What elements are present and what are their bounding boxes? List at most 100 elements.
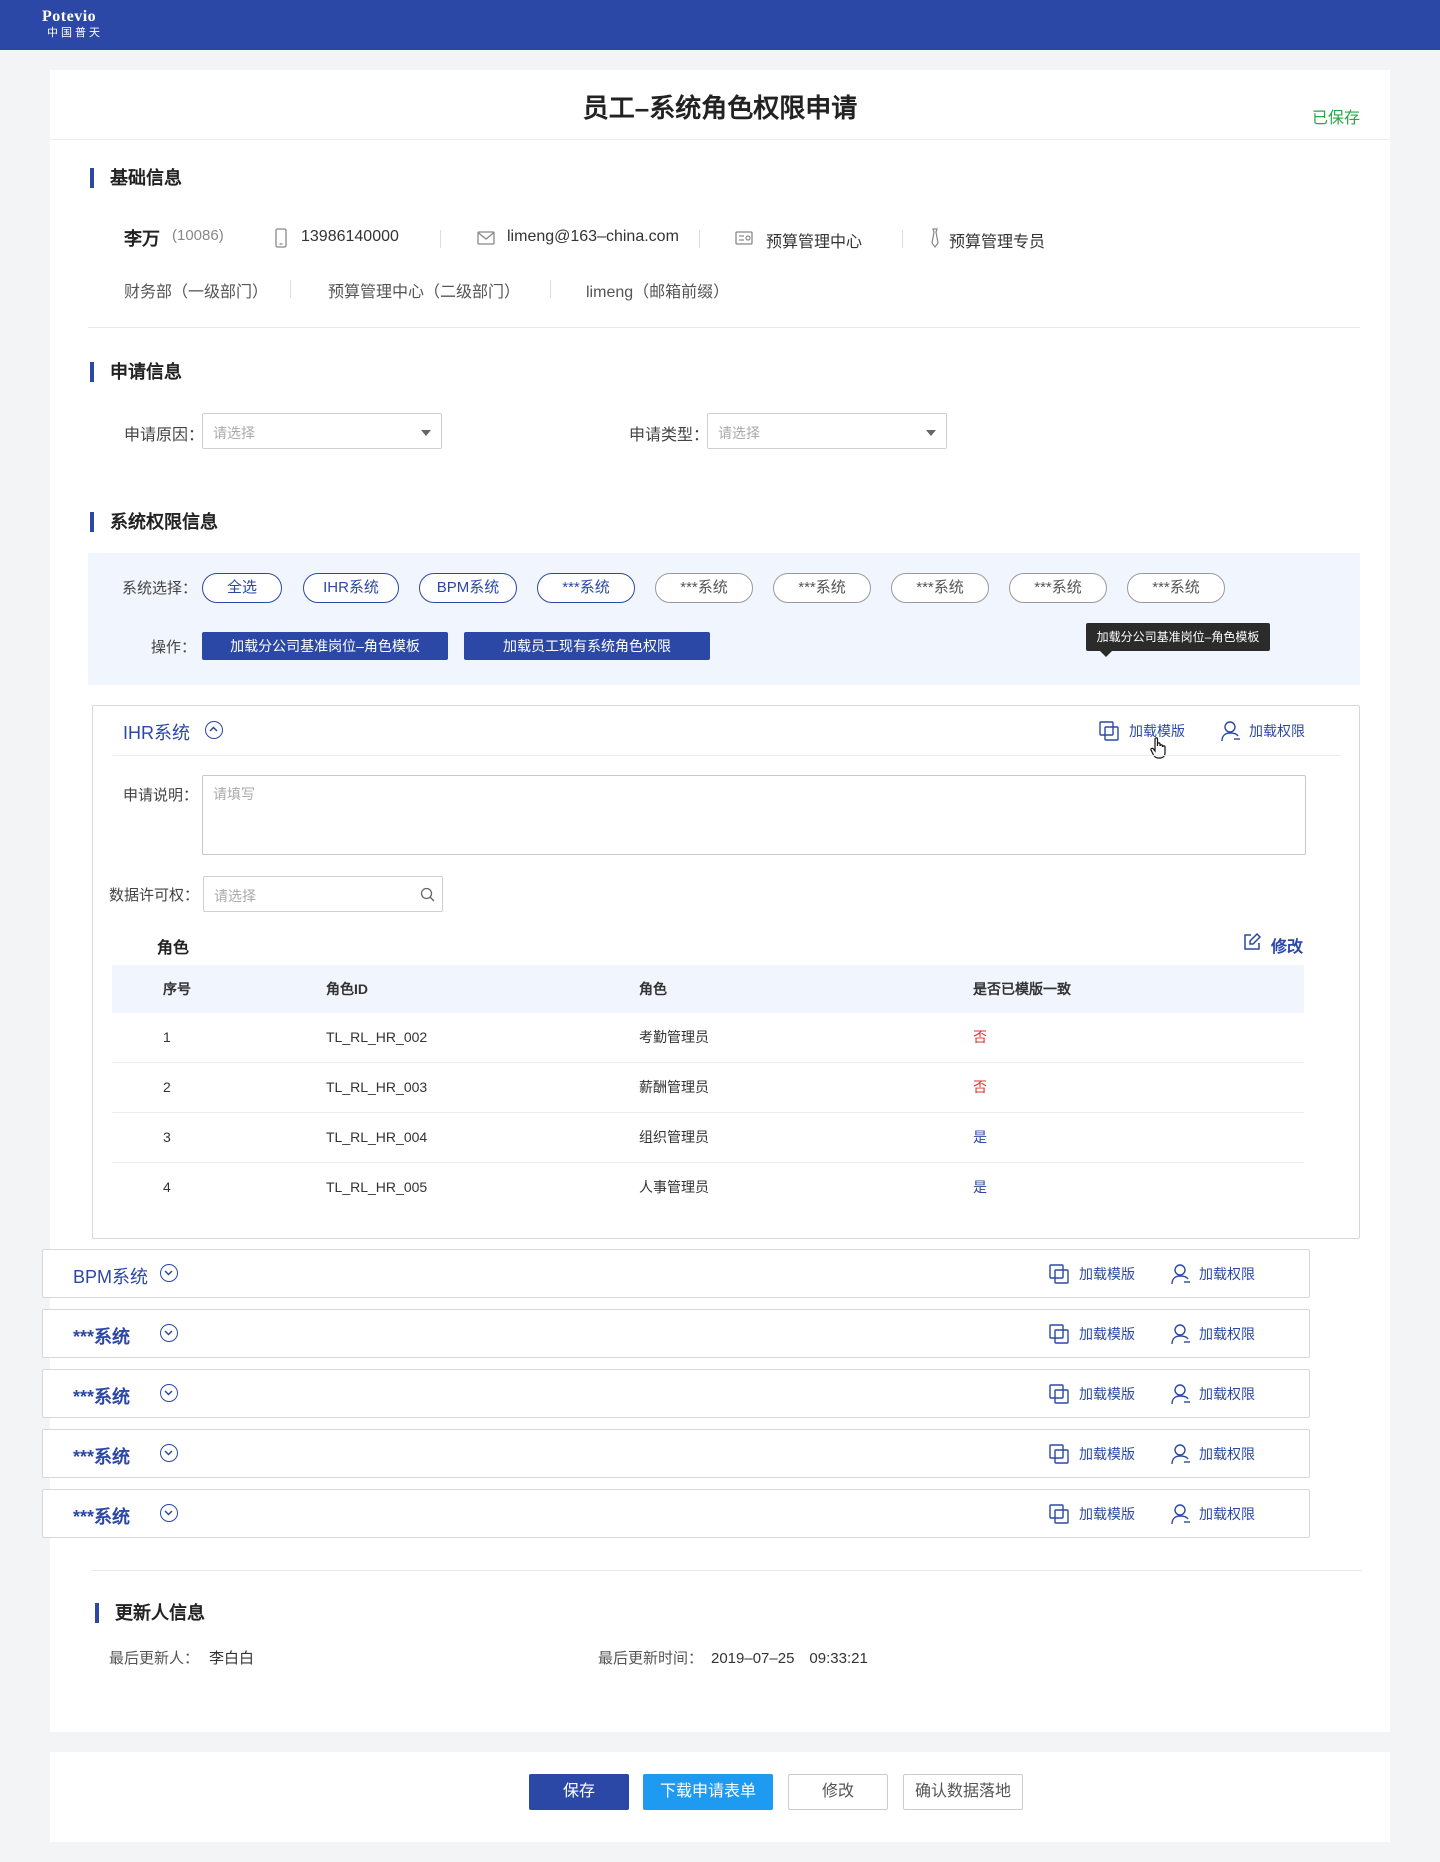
separator [92, 1570, 1362, 1571]
phone-number: 13986140000 [301, 228, 399, 245]
chevron-down-icon[interactable] [160, 1384, 178, 1402]
chevron-down-icon[interactable] [160, 1504, 178, 1522]
save-button[interactable]: 保存 [529, 1774, 629, 1810]
system-block[interactable]: ***系统 加载模版 加载权限 [42, 1369, 1310, 1418]
select-placeholder: 请选择 [718, 425, 760, 441]
load-permission-link[interactable]: 加载权限 [1199, 1324, 1255, 1344]
system-pill-bpm[interactable]: BPM系统 [419, 573, 517, 603]
table-row[interactable]: 1 TL_RL_HR_002 考勤管理员 否 [112, 1013, 1304, 1063]
logo-text-en: Potevio [42, 8, 97, 25]
system-block-bpm[interactable]: BPM系统 加载模版 加载权限 [42, 1249, 1310, 1298]
column-header: 序号 [163, 981, 191, 997]
textarea-placeholder: 请填写 [213, 786, 255, 802]
section-system-permission: 系统权限信息 [90, 512, 218, 532]
edit-icon [1244, 933, 1261, 950]
caret-down-icon [421, 430, 431, 436]
edit-roles-link[interactable]: 修改 [1271, 933, 1303, 957]
chevron-up-icon[interactable] [205, 721, 223, 739]
system-name: ***系统 [73, 1327, 131, 1347]
divider [902, 230, 903, 248]
data-permission-label: 数据许可权： [109, 887, 200, 904]
email-address: limeng@163–china.com [507, 228, 679, 245]
table-row[interactable]: 4 TL_RL_HR_005 人事管理员 是 [112, 1163, 1304, 1213]
mail-icon [477, 231, 495, 245]
select-placeholder: 请选择 [213, 425, 255, 441]
copy-template-icon [1049, 1264, 1069, 1284]
chevron-down-icon[interactable] [160, 1324, 178, 1342]
load-template-button[interactable]: 加载分公司基准岗位–角色模板 [202, 632, 448, 660]
system-name: ***系统 [73, 1387, 131, 1407]
load-permission-link[interactable]: 加载权限 [1199, 1384, 1255, 1404]
top-navbar: Potevio 中国普天 [0, 0, 1440, 50]
last-update-time-value: 2019–07–25 09:33:21 [711, 1650, 868, 1667]
system-select-panel: 系统选择： 全选 IHR系统 BPM系统 ***系统 ***系统 ***系统 *… [88, 553, 1360, 685]
load-template-link[interactable]: 加载模版 [1079, 1384, 1135, 1404]
chevron-down-icon[interactable] [160, 1264, 178, 1282]
cell-role: 人事管理员 [639, 1179, 709, 1195]
system-pill[interactable]: ***系统 [1009, 573, 1107, 603]
system-pill[interactable]: ***系统 [891, 573, 989, 603]
roles-title: 角色 [157, 940, 190, 957]
caret-down-icon [926, 430, 936, 436]
copy-template-icon [1049, 1504, 1069, 1524]
column-header: 角色ID [326, 981, 368, 997]
cell-role-id: TL_RL_HR_005 [326, 1179, 428, 1195]
user-permission-icon [1171, 1324, 1190, 1345]
apply-type-select[interactable]: 请选择 [707, 413, 947, 449]
table-row[interactable]: 2 TL_RL_HR_003 薪酬管理员 否 [112, 1063, 1304, 1113]
system-block[interactable]: ***系统 加载模版 加载权限 [42, 1489, 1310, 1538]
confirm-data-button[interactable]: 确认数据落地 [903, 1774, 1023, 1810]
load-template-link[interactable]: 加载模版 [1079, 1504, 1135, 1524]
system-pill[interactable]: ***系统 [537, 573, 635, 603]
apply-reason-select[interactable]: 请选择 [202, 413, 442, 449]
apply-reason-label: 申请原因： [124, 427, 205, 444]
load-template-link[interactable]: 加载模版 [1079, 1264, 1135, 1284]
load-permission-link[interactable]: 加载权限 [1199, 1444, 1255, 1464]
cell-match: 是 [973, 1179, 987, 1195]
divider [290, 280, 291, 298]
operation-label: 操作： [151, 639, 197, 656]
load-permission-link[interactable]: 加载权限 [1249, 721, 1305, 741]
load-template-link[interactable]: 加载模版 [1079, 1324, 1135, 1344]
search-icon [420, 887, 435, 902]
load-current-roles-button[interactable]: 加载员工现有系统角色权限 [464, 632, 710, 660]
copy-template-icon [1049, 1384, 1069, 1404]
load-permission-link[interactable]: 加载权限 [1199, 1504, 1255, 1524]
system-block[interactable]: ***系统 加载模版 加载权限 [42, 1309, 1310, 1358]
cell-role: 组织管理员 [639, 1129, 709, 1145]
cell-role: 薪酬管理员 [639, 1079, 709, 1095]
separator [88, 327, 1360, 328]
section-basic-info: 基础信息 [90, 168, 182, 188]
user-permission-icon [1171, 1504, 1190, 1525]
tie-icon [931, 228, 939, 248]
download-form-button[interactable]: 下载申请表单 [643, 1774, 773, 1810]
load-template-link[interactable]: 加载模版 [1079, 1444, 1135, 1464]
data-permission-select[interactable]: 请选择 [203, 876, 443, 912]
system-pill[interactable]: ***系统 [1127, 573, 1225, 603]
load-permission-link[interactable]: 加载权限 [1199, 1264, 1255, 1284]
apply-desc-textarea[interactable]: 请填写 [202, 775, 1306, 855]
system-pill[interactable]: ***系统 [655, 573, 753, 603]
cell-match: 否 [973, 1079, 987, 1095]
chevron-down-icon[interactable] [160, 1444, 178, 1462]
potevio-logo[interactable]: Potevio 中国普天 [42, 9, 103, 39]
system-pill-ihr[interactable]: IHR系统 [303, 573, 399, 603]
cell-match: 是 [973, 1129, 987, 1145]
cell-role-id: TL_RL_HR_004 [326, 1129, 428, 1145]
divider [699, 230, 700, 248]
table-row[interactable]: 3 TL_RL_HR_004 组织管理员 是 [112, 1113, 1304, 1163]
position-name: 预算管理专员 [949, 234, 1046, 251]
system-pill[interactable]: ***系统 [773, 573, 871, 603]
system-block[interactable]: ***系统 加载模版 加载权限 [42, 1429, 1310, 1478]
cell-no: 3 [163, 1129, 171, 1145]
last-updater-label: 最后更新人： [109, 1650, 200, 1667]
section-updater-info: 更新人信息 [95, 1603, 205, 1623]
edit-button[interactable]: 修改 [788, 1774, 888, 1810]
logo-text-cn: 中国普天 [47, 27, 103, 39]
system-pill-all[interactable]: 全选 [202, 573, 282, 603]
last-updater-value: 李白白 [209, 1650, 255, 1667]
column-header: 是否已模版一致 [973, 981, 1071, 997]
system-name: ***系统 [73, 1447, 131, 1467]
cell-no: 1 [163, 1029, 171, 1045]
table-header: 序号 角色ID 角色 是否已模版一致 [112, 965, 1304, 1013]
